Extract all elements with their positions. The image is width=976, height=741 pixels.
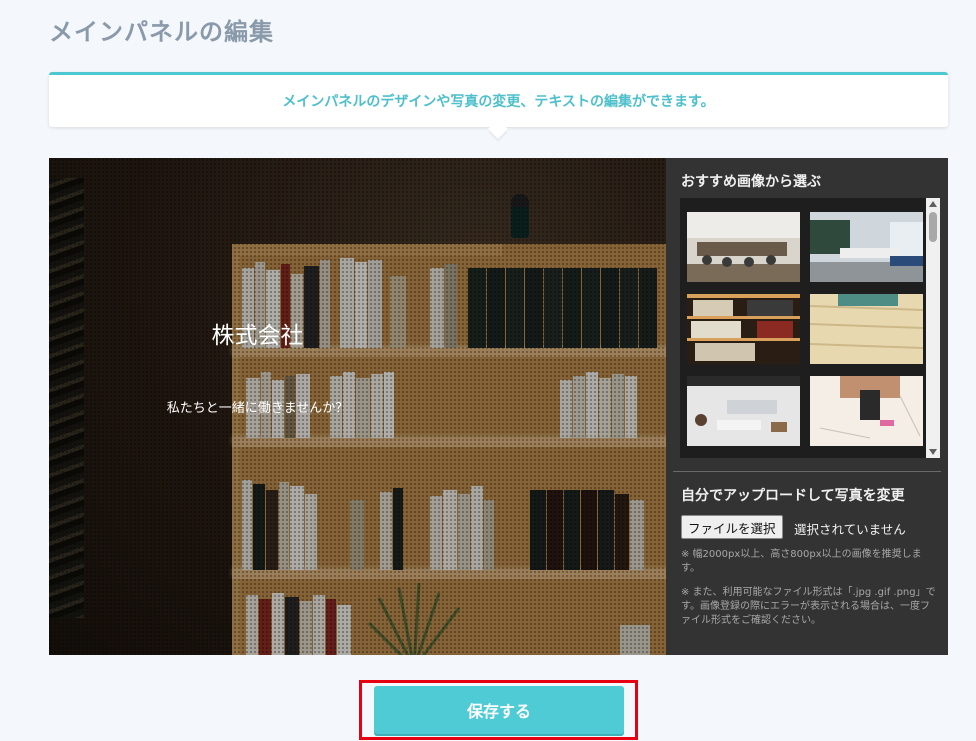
gallery-title: おすすめ画像から選ぶ [681,174,821,190]
scroll-up-arrow-icon[interactable] [929,201,937,207]
info-text: メインパネルのデザインや写真の変更、テキストの編集ができます。 [282,94,715,110]
image-size-note: ※ 幅2000px以上、高さ800px以上の画像を推奨します。 [681,549,922,574]
scrollbar-thumb[interactable] [929,212,937,242]
save-button[interactable]: 保存する [374,686,624,734]
gallery-thumb-desk-smartphone[interactable] [810,376,923,446]
info-banner: メインパネルのデザインや写真の変更、テキストの編集ができます。 [49,72,948,127]
file-status-text: 選択されていません [794,522,906,537]
gallery-thumb-wood-typewriter[interactable] [810,294,923,364]
tagline-text[interactable]: 私たちと一緒に働きませんか？ [49,397,666,416]
upload-title: 自分でアップロードして写真を変更 [681,488,905,504]
gallery-thumb-bookshelf[interactable] [687,294,800,364]
gallery-scrollbar[interactable] [926,198,940,458]
file-format-note: ※ また、利用可能なファイル形式は「.jpg .gif .png」です。画像登録… [681,587,936,626]
gallery-thumb-meeting-room-1[interactable] [687,212,800,282]
company-name-text[interactable]: 株式会社 [49,316,666,350]
gallery-thumb-meeting-room-2[interactable] [810,212,923,282]
recommended-image-gallery[interactable] [680,198,940,458]
page-title: メインパネルの編集 [49,18,274,46]
scroll-down-arrow-icon[interactable] [929,449,937,455]
main-panel-preview[interactable]: 株式会社 私たちと一緒に働きませんか？ [49,158,666,655]
gallery-thumb-desk-keyboard[interactable] [687,376,800,446]
panel-divider [673,471,941,472]
file-select-button[interactable]: ファイルを選択 [681,515,783,539]
image-select-panel: おすすめ画像から選ぶ 自分でアップロードして写真を変更 ファイルを選択 選択され… [666,158,948,655]
main-panel-editor: 株式会社 私たちと一緒に働きませんか？ おすすめ画像から選ぶ 自分でアップロード… [49,158,948,655]
